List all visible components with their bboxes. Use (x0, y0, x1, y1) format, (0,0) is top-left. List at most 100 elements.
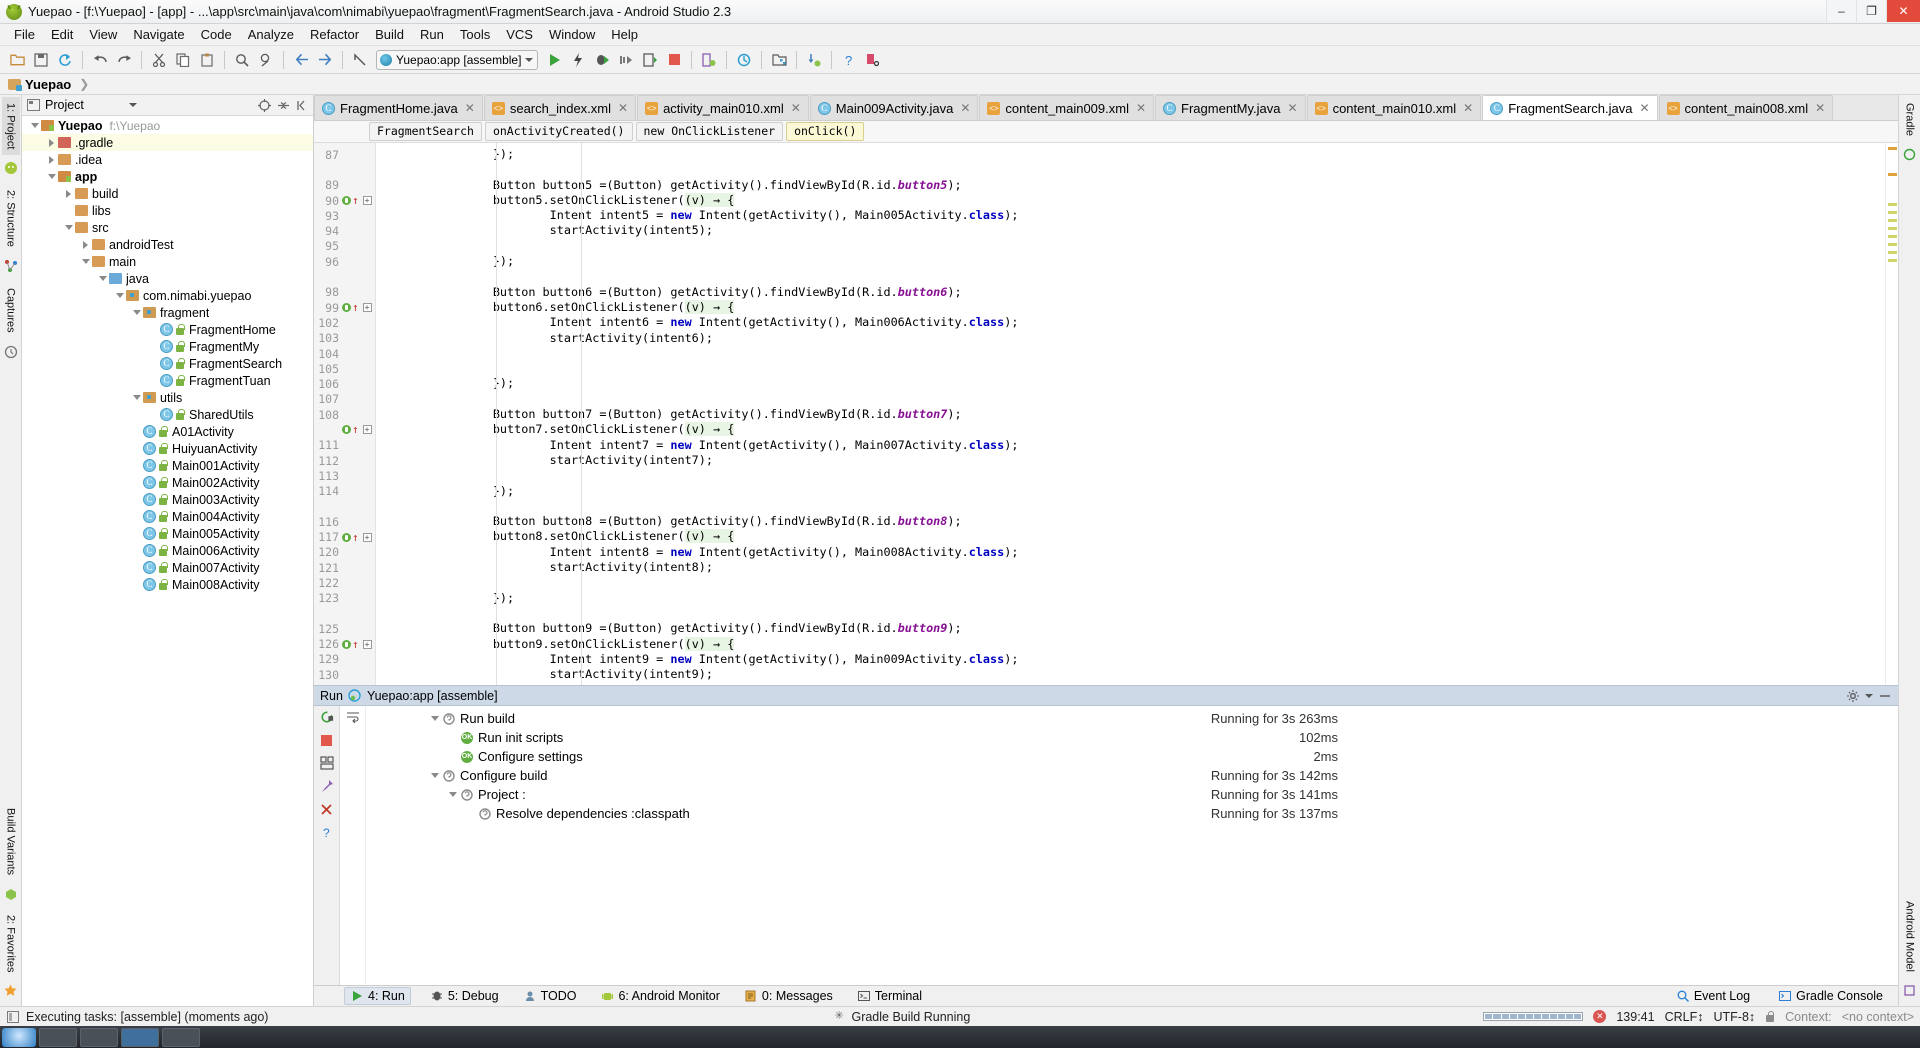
sidebar-item-android-model[interactable]: Android Model (1901, 895, 1919, 978)
close-tab-icon[interactable]: ✕ (1288, 101, 1298, 115)
gutter-line[interactable]: 89 (314, 178, 375, 193)
menu-item-navigate[interactable]: Navigate (125, 25, 192, 44)
menu-item-help[interactable]: Help (603, 25, 646, 44)
lock-icon[interactable] (1765, 1010, 1775, 1023)
run-button[interactable] (543, 49, 565, 71)
tree-node[interactable]: C Main008Activity (22, 576, 313, 593)
code-line[interactable] (376, 361, 1885, 376)
menu-item-analyze[interactable]: Analyze (240, 25, 302, 44)
gutter-line[interactable]: 98 (314, 285, 375, 300)
gutter-line[interactable]: 129 (314, 652, 375, 667)
editor-tab[interactable]: <> search_index.xml ✕ (483, 95, 637, 120)
code-line[interactable] (376, 346, 1885, 361)
hide-panel-icon[interactable] (295, 98, 309, 112)
breakpoint-icon[interactable] (342, 425, 351, 435)
tree-node[interactable]: build (22, 185, 313, 202)
tree-toggle-right-icon[interactable] (79, 238, 92, 251)
gutter-line[interactable] (314, 269, 375, 284)
gutter-line[interactable]: 95 (314, 239, 375, 254)
stop-icon[interactable] (320, 733, 334, 747)
tree-toggle-down-icon[interactable] (130, 306, 143, 319)
code-line[interactable] (376, 239, 1885, 254)
redo-icon[interactable] (113, 49, 135, 71)
tree-toggle-down-icon[interactable] (96, 272, 109, 285)
forward-icon[interactable] (314, 49, 336, 71)
scroll-from-source-icon[interactable] (257, 98, 271, 112)
bottom-tab[interactable]: 6: Android Monitor (595, 988, 724, 1004)
close-button[interactable]: ✕ (1886, 0, 1920, 22)
last-edit-icon[interactable] (349, 49, 371, 71)
minimize-button[interactable]: – (1826, 0, 1856, 22)
code-line[interactable] (376, 392, 1885, 407)
override-marker-icon[interactable]: ↑ (352, 194, 359, 207)
bottom-tab[interactable]: TODO (518, 988, 582, 1004)
override-marker-icon[interactable]: ↑ (352, 301, 359, 314)
tree-node[interactable]: C Main005Activity (22, 525, 313, 542)
caret-position[interactable]: 139:41 (1616, 1010, 1654, 1024)
tree-node[interactable]: C FragmentHome (22, 321, 313, 338)
editor-tab[interactable]: C Main009Activity.java ✕ (809, 95, 979, 120)
sync-icon[interactable] (54, 49, 76, 71)
code-line[interactable]: button5.setOnClickListener((v) → { (376, 192, 1885, 208)
menu-item-build[interactable]: Build (367, 25, 412, 44)
sidebar-item-structure[interactable]: 2: Structure (2, 184, 20, 253)
bottom-tab[interactable]: Gradle Console (1773, 988, 1888, 1004)
editor-marker-bar[interactable] (1885, 143, 1898, 685)
code-line[interactable]: }); (376, 254, 1885, 269)
collapse-all-icon[interactable] (276, 98, 290, 112)
code-line[interactable]: Button button7 =(Button) getActivity().f… (376, 407, 1885, 422)
paste-icon[interactable] (196, 49, 218, 71)
gutter-line[interactable]: 112 (314, 453, 375, 468)
breakpoint-icon[interactable] (342, 639, 351, 649)
gutter-line[interactable]: 125 (314, 621, 375, 636)
editor-tab[interactable]: C FragmentSearch.java ✕ (1482, 95, 1658, 120)
code-line[interactable]: }); (376, 376, 1885, 391)
code-line[interactable]: startActivity(intent9); (376, 667, 1885, 682)
code-line[interactable]: Intent intent6 = new Intent(getActivity(… (376, 315, 1885, 330)
bottom-tab[interactable]: Terminal (852, 988, 927, 1004)
tree-node[interactable]: C FragmentTuan (22, 372, 313, 389)
gutter-line[interactable]: 126 ↑ + (314, 637, 375, 652)
gutter-line[interactable]: 93 (314, 208, 375, 223)
run-window-hide-icon[interactable] (1878, 689, 1892, 703)
build-task-row[interactable]: Project : Running for 3s 141ms (366, 785, 1898, 804)
rerun-icon[interactable] (320, 710, 334, 724)
tree-toggle-right-icon[interactable] (45, 153, 58, 166)
cut-icon[interactable] (148, 49, 170, 71)
apply-changes-icon[interactable] (567, 49, 589, 71)
tree-toggle-down-icon[interactable] (79, 255, 92, 268)
debug-button[interactable] (591, 49, 613, 71)
file-encoding[interactable]: UTF-8↕ (1713, 1010, 1755, 1024)
tree-node[interactable]: com.nimabi.yuepao (22, 287, 313, 304)
editor-tab[interactable]: C FragmentHome.java ✕ (314, 95, 483, 120)
code-line[interactable]: Intent intent8 = new Intent(getActivity(… (376, 545, 1885, 560)
code-line[interactable]: button6.setOnClickListener((v) → { (376, 299, 1885, 315)
editor-tab[interactable]: <> content_main010.xml ✕ (1306, 95, 1482, 120)
gutter-line[interactable]: 90 ↑ + (314, 193, 375, 208)
copy-icon[interactable] (172, 49, 194, 71)
tree-toggle-right-icon[interactable] (62, 187, 75, 200)
code-line[interactable]: button8.setOnClickListener((v) → { (376, 529, 1885, 544)
tree-node[interactable]: C FragmentMy (22, 338, 313, 355)
gutter-line[interactable]: 111 (314, 438, 375, 453)
avd-manager-icon[interactable] (698, 49, 720, 71)
code-line[interactable]: Intent intent7 = new Intent(getActivity(… (376, 438, 1885, 453)
code-line[interactable]: }); (376, 147, 1885, 162)
override-marker-icon[interactable]: ↑ (352, 638, 359, 651)
gutter-line[interactable]: 94 (314, 223, 375, 238)
project-structure-icon[interactable] (768, 49, 790, 71)
menu-item-window[interactable]: Window (541, 25, 603, 44)
editor-tab[interactable]: <> content_main009.xml ✕ (979, 95, 1155, 120)
gutter-line[interactable]: 102 (314, 315, 375, 330)
sidebar-item-build-variants[interactable]: Build Variants (2, 802, 20, 881)
gutter-line[interactable]: 103 (314, 331, 375, 346)
tree-node[interactable]: java (22, 270, 313, 287)
project-view-chevron-down-icon[interactable] (129, 103, 137, 107)
build-task-row[interactable]: Run build Running for 3s 263ms (366, 709, 1898, 728)
code-line[interactable]: startActivity(intent5); (376, 223, 1885, 238)
close-tab-icon[interactable]: ✕ (1136, 101, 1146, 115)
tree-node[interactable]: Yuepao f:\Yuepao (22, 117, 313, 134)
tree-node[interactable]: C FragmentSearch (22, 355, 313, 372)
gutter-line[interactable]: 107 (314, 392, 375, 407)
code-content[interactable]: }); Button button5 =(Button) getActivity… (376, 143, 1885, 685)
